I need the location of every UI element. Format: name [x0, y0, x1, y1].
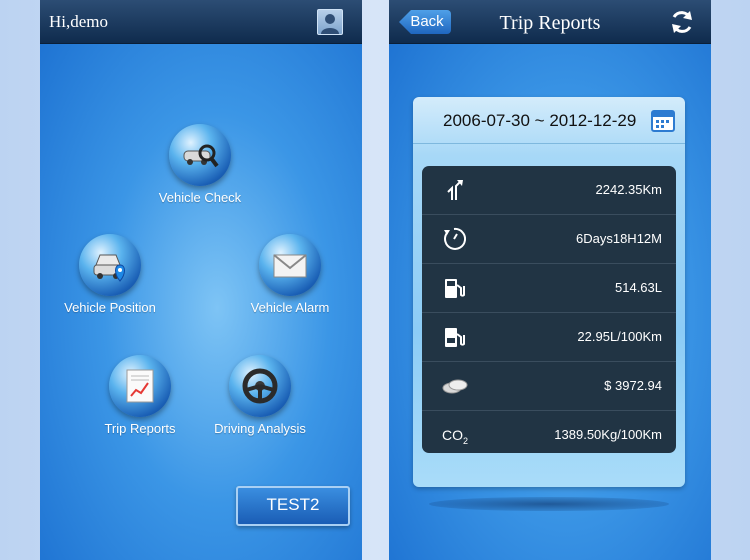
timer-icon	[444, 227, 466, 250]
stat-row-cost: $ 3972.94	[422, 362, 676, 411]
vehicle-check-label: Vehicle Check	[158, 190, 242, 205]
driving-analysis-item[interactable]: Driving Analysis	[200, 355, 320, 436]
duration-value: 6Days18H12M	[576, 231, 662, 246]
home-navbar: Hi,demo	[40, 0, 362, 44]
trip-reports-label: Trip Reports	[104, 421, 176, 436]
report-chart-icon	[109, 355, 171, 417]
vehicle-check-item[interactable]: Vehicle Check	[140, 124, 260, 205]
route-icon	[447, 180, 463, 200]
vehicle-alarm-item[interactable]: Vehicle Alarm	[230, 234, 350, 315]
calendar-icon[interactable]	[651, 108, 675, 132]
driving-analysis-label: Driving Analysis	[214, 421, 306, 436]
vehicle-position-label: Vehicle Position	[64, 300, 156, 315]
vehicle-position-item[interactable]: Vehicle Position	[50, 234, 170, 315]
home-screen: Hi,demo Vehicle Check Vehicle Position V…	[40, 0, 362, 560]
fuel-pump-icon	[445, 279, 465, 298]
trip-stats-list: 2242.35Km 6Days18H12M 514.63L 22.95L/100…	[422, 166, 676, 453]
envelope-icon	[259, 234, 321, 296]
trip-reports-navbar: Back Trip Reports	[389, 0, 711, 44]
page-title: Trip Reports	[499, 12, 601, 34]
co2-label: CO	[442, 427, 463, 443]
stat-row-distance: 2242.35Km	[422, 166, 676, 215]
steering-wheel-icon	[229, 355, 291, 417]
cost-value: $ 3972.94	[604, 378, 662, 393]
co2-icon: CO2	[442, 427, 468, 446]
refresh-icon[interactable]	[669, 9, 695, 35]
coins-icon	[442, 379, 468, 394]
user-icon	[321, 14, 339, 34]
trip-report-panel: 2006-07-30 ~ 2012-12-29 2242.35Km 6Days1…	[413, 97, 685, 487]
trip-reports-item[interactable]: Trip Reports	[80, 355, 200, 436]
date-range-row[interactable]: 2006-07-30 ~ 2012-12-29	[413, 97, 685, 144]
trip-reports-screen: Back Trip Reports 2006-07-30 ~ 2012-12-2…	[389, 0, 711, 560]
stat-row-fuel: 514.63L	[422, 264, 676, 313]
panel-shadow	[429, 497, 669, 511]
co2-subscript: 2	[463, 435, 469, 446]
user-profile-button[interactable]	[317, 9, 343, 35]
distance-value: 2242.35Km	[595, 182, 663, 197]
co2-value: 1389.50Kg/100Km	[554, 427, 662, 442]
date-range-text: 2006-07-30 ~ 2012-12-29	[443, 111, 637, 130]
stat-row-consumption: 22.95L/100Km	[422, 313, 676, 362]
car-magnifier-icon	[169, 124, 231, 186]
fuel-100-icon	[445, 328, 465, 347]
fuel-value: 514.63L	[615, 280, 662, 295]
test2-button[interactable]: TEST2	[236, 486, 350, 526]
stat-row-duration: 6Days18H12M	[422, 215, 676, 264]
greeting-text: Hi,demo	[49, 12, 109, 31]
car-pin-icon	[79, 234, 141, 296]
vehicle-alarm-label: Vehicle Alarm	[250, 300, 330, 315]
stat-row-co2: CO2 1389.50Kg/100Km	[422, 411, 676, 453]
consumption-value: 22.95L/100Km	[577, 329, 662, 344]
